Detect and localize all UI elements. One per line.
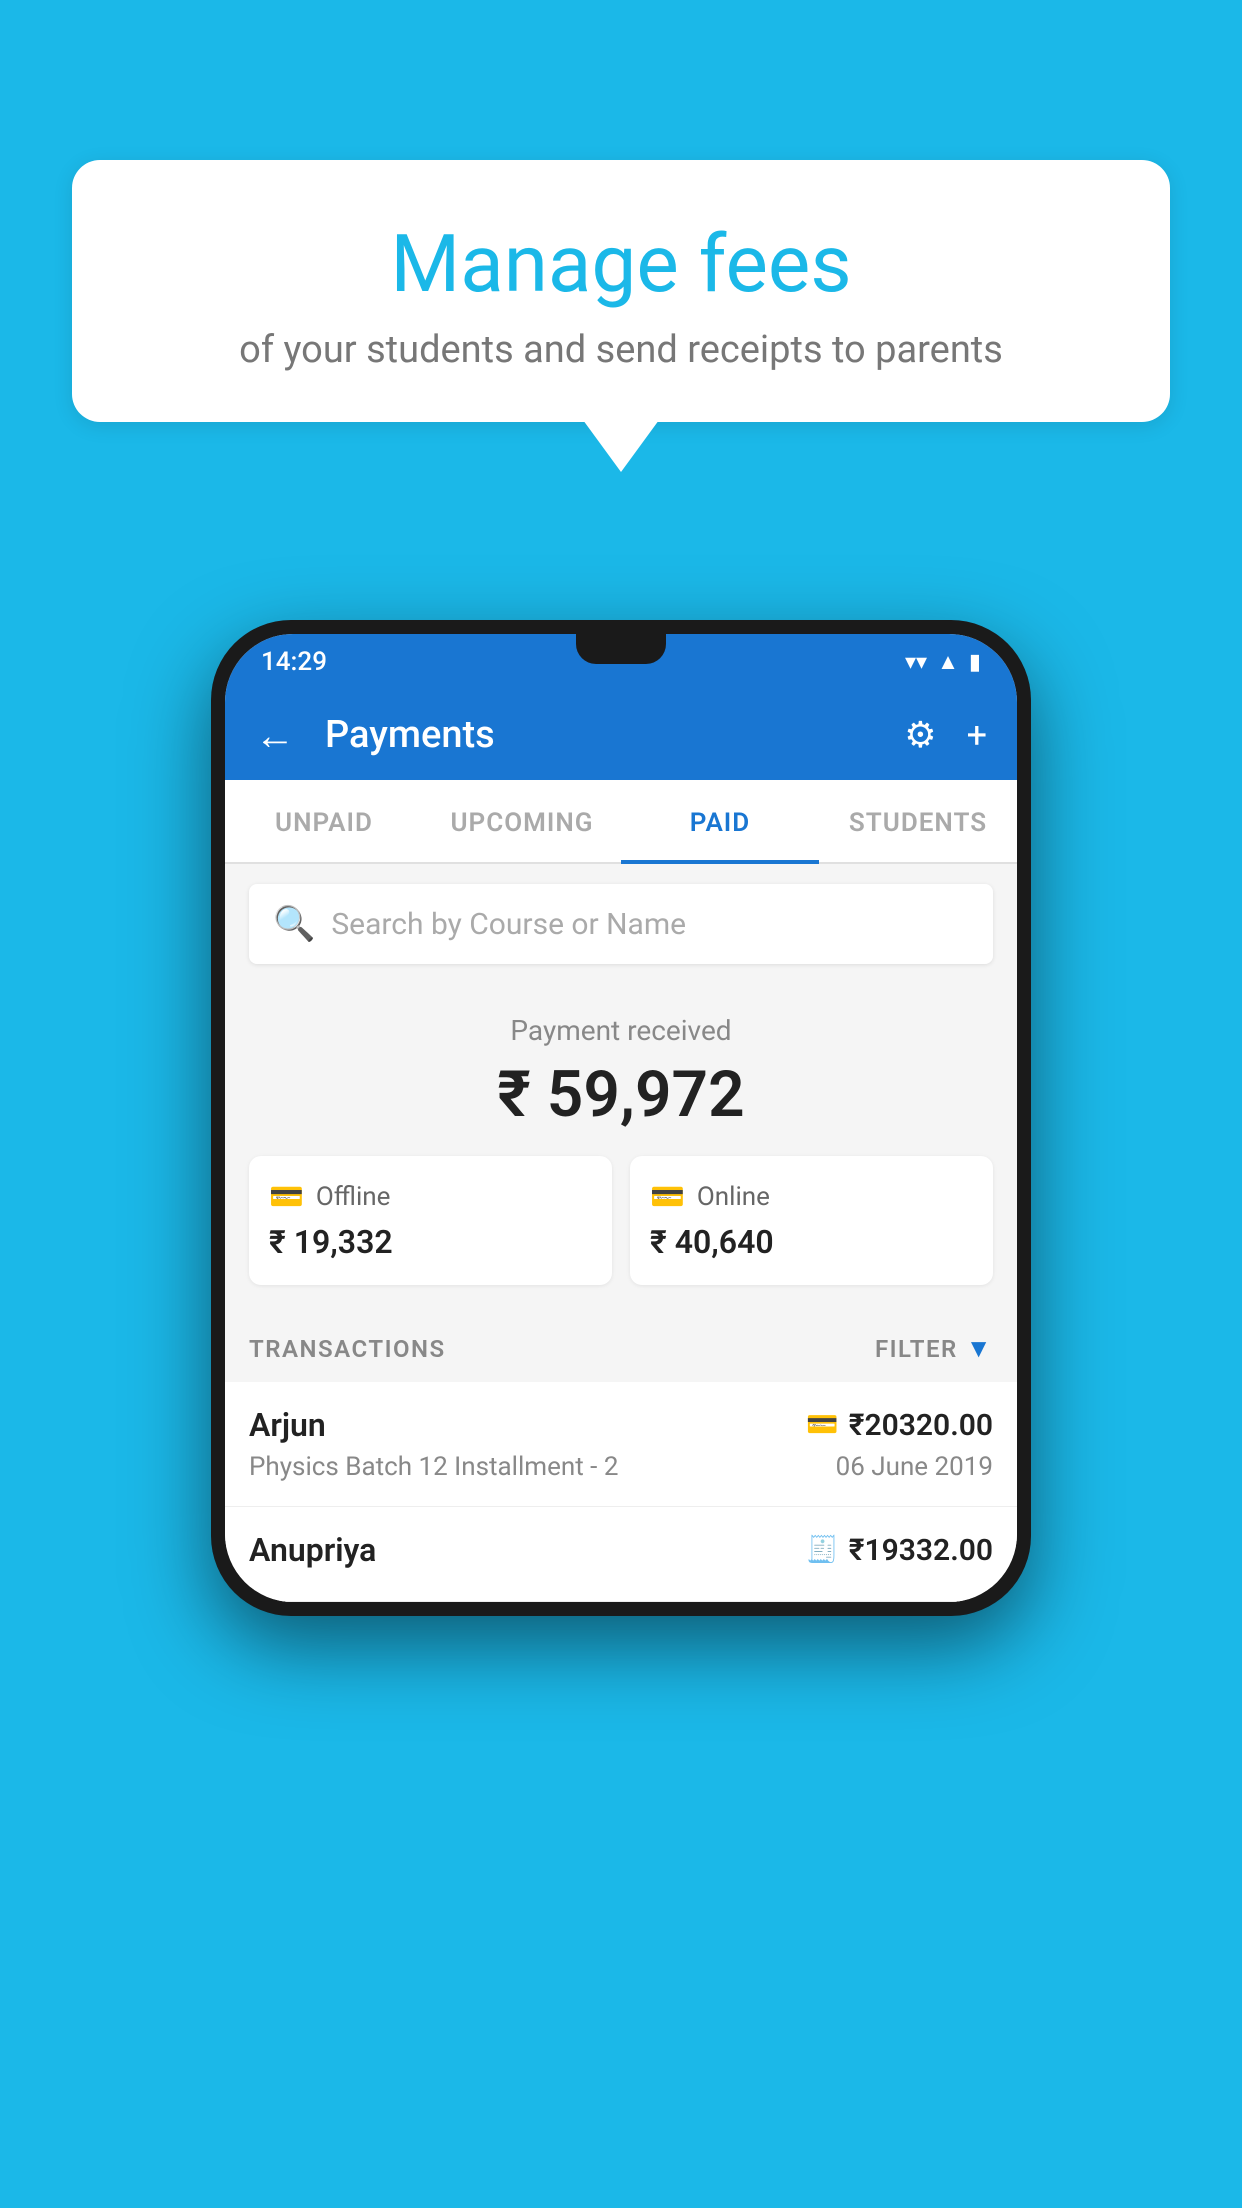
filter-button[interactable]: FILTER ▼ [875, 1333, 993, 1364]
filter-label: FILTER [875, 1335, 958, 1363]
app-bar-title: Payments [325, 713, 884, 757]
settings-icon[interactable]: ⚙ [904, 714, 936, 756]
payment-type-icon: 💳 [806, 1410, 838, 1440]
phone-frame: 14:29 ▾▾ ▲ ▮ ← Payments ⚙ + UNPAID [211, 620, 1031, 1616]
offline-label: Offline [316, 1182, 391, 1212]
payment-received-label: Payment received [249, 1014, 993, 1047]
transactions-header: TRANSACTIONS FILTER ▼ [225, 1309, 1017, 1382]
speech-bubble-subtitle: of your students and send receipts to pa… [122, 328, 1120, 372]
payment-type-icon: 🧾 [806, 1535, 838, 1565]
offline-payment-card: 💳 Offline ₹ 19,332 [249, 1156, 612, 1285]
online-amount: ₹ 40,640 [650, 1223, 973, 1261]
cash-icon: 💳 [269, 1180, 304, 1213]
online-card-header: 💳 Online [650, 1180, 973, 1213]
phone-screen: 14:29 ▾▾ ▲ ▮ ← Payments ⚙ + UNPAID [225, 634, 1017, 1602]
transaction-date: 06 June 2019 [836, 1452, 993, 1482]
payment-summary: Payment received ₹ 59,972 💳 Offline ₹ 19… [225, 984, 1017, 1309]
offline-amount: ₹ 19,332 [269, 1223, 592, 1261]
transaction-row-top: Anupriya 🧾 ₹19332.00 [249, 1531, 993, 1569]
search-placeholder: Search by Course or Name [331, 907, 686, 942]
payment-total-amount: ₹ 59,972 [249, 1057, 993, 1132]
status-time: 14:29 [261, 647, 327, 677]
search-bar[interactable]: 🔍 Search by Course or Name [249, 884, 993, 964]
tab-upcoming[interactable]: UPCOMING [423, 780, 621, 862]
transaction-amount-wrap: 🧾 ₹19332.00 [806, 1533, 993, 1568]
phone-notch [576, 634, 666, 664]
online-label: Online [697, 1182, 770, 1212]
add-icon[interactable]: + [967, 714, 987, 756]
tab-students[interactable]: STUDENTS [819, 780, 1017, 862]
transactions-label: TRANSACTIONS [249, 1335, 446, 1363]
app-bar: ← Payments ⚙ + [225, 690, 1017, 780]
speech-bubble: Manage fees of your students and send re… [72, 160, 1170, 422]
card-icon: 💳 [650, 1180, 685, 1213]
battery-icon: ▮ [969, 650, 981, 675]
transaction-item[interactable]: Arjun 💳 ₹20320.00 Physics Batch 12 Insta… [225, 1382, 1017, 1507]
status-icons: ▾▾ ▲ ▮ [905, 649, 981, 675]
transaction-amount: ₹20320.00 [849, 1408, 993, 1443]
tab-paid[interactable]: PAID [621, 780, 819, 862]
offline-card-header: 💳 Offline [269, 1180, 592, 1213]
transaction-amount-wrap: 💳 ₹20320.00 [806, 1408, 993, 1443]
wifi-icon: ▾▾ [905, 650, 927, 675]
transaction-name: Arjun [249, 1406, 326, 1444]
payment-cards: 💳 Offline ₹ 19,332 💳 Online ₹ 40,640 [249, 1156, 993, 1285]
speech-bubble-title: Manage fees [122, 220, 1120, 308]
search-section: 🔍 Search by Course or Name [225, 864, 1017, 984]
transaction-list: Arjun 💳 ₹20320.00 Physics Batch 12 Insta… [225, 1382, 1017, 1602]
tab-unpaid[interactable]: UNPAID [225, 780, 423, 862]
transaction-amount: ₹19332.00 [849, 1533, 993, 1568]
app-bar-actions: ⚙ + [904, 714, 987, 756]
transaction-course: Physics Batch 12 Installment - 2 [249, 1452, 618, 1482]
filter-icon: ▼ [966, 1333, 993, 1364]
search-icon: 🔍 [273, 904, 315, 944]
phone-wrapper: 14:29 ▾▾ ▲ ▮ ← Payments ⚙ + UNPAID [211, 620, 1031, 1616]
tabs-bar: UNPAID UPCOMING PAID STUDENTS [225, 780, 1017, 864]
transaction-item[interactable]: Anupriya 🧾 ₹19332.00 [225, 1507, 1017, 1602]
back-button[interactable]: ← [255, 712, 295, 759]
transaction-name: Anupriya [249, 1531, 376, 1569]
signal-icon: ▲ [937, 649, 959, 675]
transaction-row-bottom: Physics Batch 12 Installment - 2 06 June… [249, 1452, 993, 1482]
transaction-row-top: Arjun 💳 ₹20320.00 [249, 1406, 993, 1444]
online-payment-card: 💳 Online ₹ 40,640 [630, 1156, 993, 1285]
